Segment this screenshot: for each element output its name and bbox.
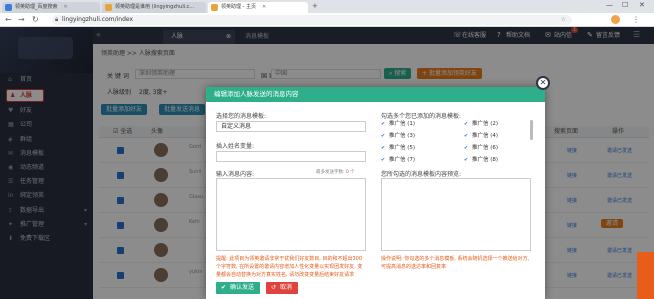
confirm-send-button[interactable]: ✔ 确认发送 <box>216 282 261 294</box>
message-textarea[interactable] <box>216 178 366 251</box>
close-tab-icon[interactable]: ✕ <box>64 4 68 10</box>
browser-tab-bar: 领英助理_百度搜索 ✕ 领英助理是谁用 (lingyingzhuli.c... 领… <box>0 0 654 13</box>
enter-message-label: 输入消息内容: <box>216 171 255 178</box>
cancel-icon: ↺ <box>271 284 277 291</box>
template-checkbox[interactable]: 推广信 (5) <box>381 144 415 152</box>
preview-label: 您所勾选的消息模板内容预览: <box>381 171 462 178</box>
left-tip-note: 提醒: 此项目为领英邀请非常干扰我们好友数目, 目的和不超出300个字符数, 在… <box>216 256 363 278</box>
template-select[interactable]: 自定义消息 <box>216 121 366 132</box>
profile-avatar[interactable] <box>611 15 620 24</box>
template-checkbox[interactable]: 推广信 (2) <box>464 120 498 128</box>
browser-tab-title: 领英助理_百度搜索 <box>15 4 58 10</box>
tick-templates-label: 勾选多个您已添加的消息模板: <box>381 113 462 120</box>
back-icon[interactable]: ← <box>5 15 12 24</box>
char-count-label: 最多发送字数: <box>316 170 345 175</box>
url-text: lingyingzhuli.com/index <box>62 16 134 23</box>
window-close-icon[interactable]: ✕ <box>639 1 645 9</box>
floating-support-panel[interactable] <box>637 252 654 299</box>
site-favicon-icon <box>105 4 112 11</box>
template-checkbox[interactable]: 推广信 (4) <box>464 132 498 140</box>
message-edit-modal: 编辑添加人脉发送的消息内容 选择您的消息模板: 自定义消息 插入姓名变量: 输入… <box>206 87 545 299</box>
browser-tab-1[interactable]: 领英助理_百度搜索 ✕ <box>2 2 100 13</box>
button-label: 取消 <box>280 284 293 291</box>
browser-tab-2[interactable]: 领英助理是谁用 (lingyingzhuli.c... <box>102 2 206 13</box>
char-count-unit: 个 <box>350 170 355 175</box>
maximize-icon[interactable]: ☐ <box>622 1 628 9</box>
close-tab-icon[interactable]: ✕ <box>262 4 266 10</box>
url-field[interactable]: 🔒︎ lingyingzhuli.com/index ☆ <box>52 15 572 25</box>
browser-tab-3[interactable]: 领英助理 - 主页 ✕ <box>208 2 308 13</box>
modal-close-icon[interactable]: ✕ <box>536 76 550 90</box>
forward-icon[interactable]: → <box>18 15 25 24</box>
name-variable-select[interactable] <box>216 151 366 162</box>
template-checkbox[interactable]: 推广信 (8) <box>464 156 498 164</box>
site-favicon-icon <box>211 4 218 11</box>
template-checkbox[interactable]: 推广信 (6) <box>464 144 498 152</box>
lock-icon: 🔒︎ <box>55 16 59 23</box>
browser-tab-title: 领英助理 - 主页 <box>221 4 256 10</box>
template-checkbox[interactable]: 推广信 (1) <box>381 120 415 128</box>
modal-title: 编辑添加人脉发送的消息内容 <box>206 87 545 102</box>
char-count-value: 0 <box>345 170 349 175</box>
cancel-button[interactable]: ↺ 取消 <box>266 282 299 294</box>
reload-icon[interactable]: ↻ <box>32 15 39 24</box>
minimize-icon[interactable]: — <box>606 1 613 9</box>
bookmark-star-icon[interactable]: ☆ <box>561 15 566 25</box>
browser-tab-title: 领英助理是谁用 (lingyingzhuli.c... <box>115 4 195 10</box>
template-checkbox[interactable]: 推广信 (7) <box>381 156 415 164</box>
choose-template-label: 选择您的消息模板: <box>216 113 267 120</box>
insert-name-label: 插入姓名变量: <box>216 143 255 150</box>
check-icon: ✔ <box>221 284 227 291</box>
preview-box <box>381 178 531 251</box>
baidu-favicon-icon <box>5 4 12 11</box>
button-label: 确认发送 <box>230 284 255 291</box>
right-tip-note: 操作说明: 你勾选的多个消息模板, 系统会随机选择一个推送给对方, 可提高消息的… <box>381 256 530 270</box>
address-bar: ← → ↻ 🔒︎ lingyingzhuli.com/index ☆ ⋮ <box>0 13 654 27</box>
template-checkbox[interactable]: 推广信 (3) <box>381 132 415 140</box>
char-count: 最多发送字数: 0 个 <box>316 169 355 175</box>
browser-menu-icon[interactable]: ⋮ <box>632 15 640 24</box>
templates-scrollbar[interactable] <box>530 120 533 140</box>
new-tab-icon[interactable]: + <box>312 2 318 10</box>
